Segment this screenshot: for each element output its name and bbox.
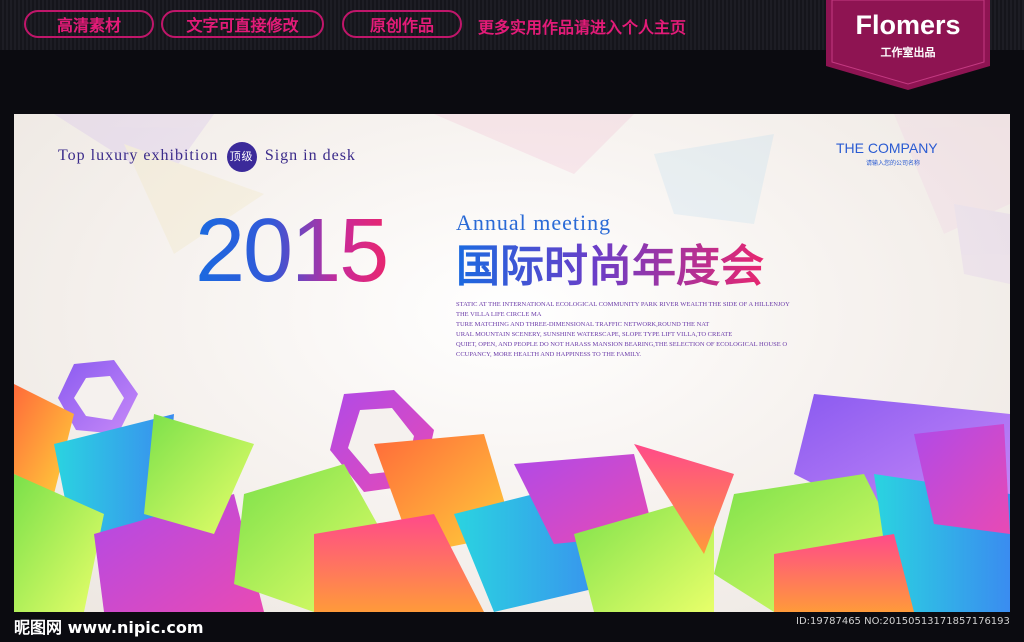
description-line: STATIC AT THE INTERNATIONAL ECOLOGICAL C…	[456, 301, 790, 308]
poster-image: Top luxury exhibition 顶级 Sign in desk TH…	[14, 114, 1010, 612]
polygon-artwork	[14, 114, 1010, 612]
event-title: 国际时尚年度会	[456, 241, 764, 292]
tagline-tail: Sign in desk	[264, 146, 356, 164]
tagline-lead: Top luxury exhibition	[58, 146, 219, 164]
annual-meeting-heading: Annual meeting	[456, 210, 612, 235]
description-line: TURE MATCHING AND THREE-DIMENSIONAL TRAF…	[456, 321, 710, 328]
company-name: THE COMPANY	[836, 140, 938, 156]
year-heading: 2015	[195, 201, 389, 301]
company-subtitle: 请输入您的公司名称	[866, 160, 921, 167]
badge-subtitle: 工作室出品	[880, 46, 936, 59]
original-work-button[interactable]: 原创作品	[342, 10, 462, 38]
description-line: URAL MOUNTAIN SCENERY, SUNSHINE WATERSCA…	[456, 331, 733, 338]
description-line: THE VILLA LIFE CIRCLE MA	[456, 311, 542, 318]
description-line: CCUPANCY, MORE HEALTH AND HAPPINESS TO T…	[456, 351, 642, 358]
promo-link[interactable]: 更多实用作品请进入个人主页	[478, 14, 686, 38]
hd-material-button[interactable]: 高清素材	[24, 10, 154, 38]
studio-badge[interactable]: Flomers 工作室出品	[826, 0, 990, 90]
editable-text-button[interactable]: 文字可直接修改	[161, 10, 324, 38]
badge-title: Flomers	[855, 10, 961, 40]
watermark: 昵图网 www.nipic.com	[14, 618, 204, 637]
image-id: ID:19787465 NO:20150513171857176193	[796, 616, 1010, 627]
tagline-circle-badge: 顶级	[226, 142, 257, 172]
description-block: STATIC AT THE INTERNATIONAL ECOLOGICAL C…	[456, 300, 856, 360]
tagline: Top luxury exhibition 顶级 Sign in desk	[58, 142, 356, 172]
description-line: QUIET, OPEN, AND PEOPLE DO NOT HARASS MA…	[456, 341, 788, 348]
